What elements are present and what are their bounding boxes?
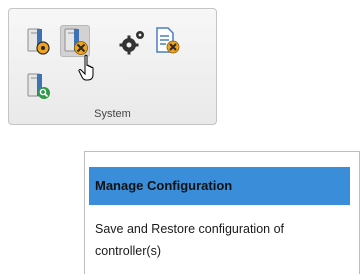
screenshot-stage: System Manage Configuration Save and Res… xyxy=(0,0,364,274)
server-search-button[interactable] xyxy=(24,71,54,103)
ribbon-group-label: System xyxy=(94,108,131,120)
manage-configuration-button[interactable] xyxy=(60,25,90,57)
tooltip-title: Manage Configuration xyxy=(89,167,350,205)
hand-cursor-icon xyxy=(78,54,100,82)
system-ribbon-group: System xyxy=(8,8,217,125)
tooltip: Manage Configuration Save and Restore co… xyxy=(84,151,360,274)
settings-button[interactable] xyxy=(117,27,147,59)
tooltip-description: Save and Restore configuration of contro… xyxy=(95,222,285,258)
server-settings-button[interactable] xyxy=(24,26,54,58)
edit-document-button[interactable] xyxy=(152,25,182,57)
